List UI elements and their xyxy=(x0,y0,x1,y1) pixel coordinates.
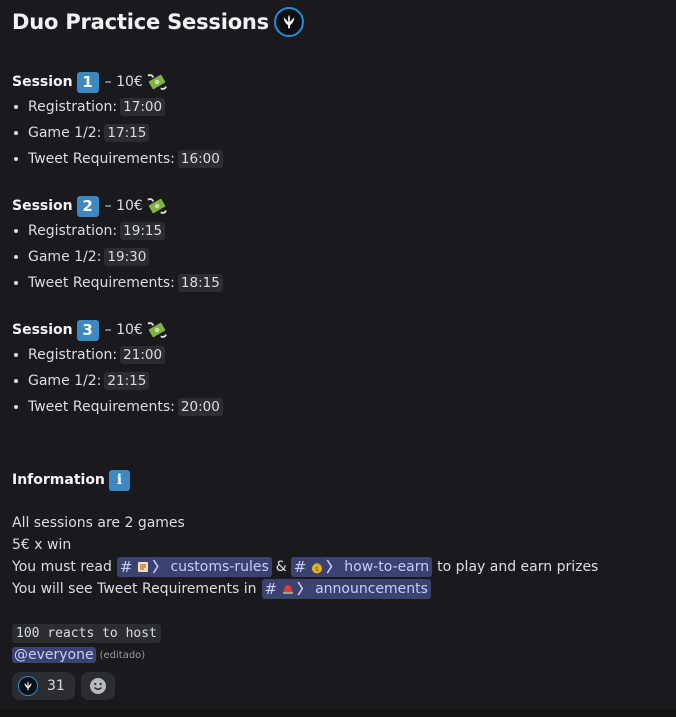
smiley-add-icon xyxy=(89,678,106,694)
number-keycap: 2 xyxy=(76,195,99,217)
message-title-row: Duo Practice Sessions xyxy=(12,6,662,38)
info-line-4: You will see Tweet Requirements in # 〉 a… xyxy=(12,578,662,600)
time-value: 20:00 xyxy=(177,398,223,416)
list-item: Game 1/2: 17:15 xyxy=(12,120,662,146)
session-details-list: Registration: 21:00 Game 1/2: 21:15 Tweet … xyxy=(12,342,662,420)
session-price: – 10€ xyxy=(104,322,143,338)
time-value: 21:00 xyxy=(120,346,166,364)
hash-icon: # xyxy=(119,558,133,576)
scroll-icon xyxy=(138,562,149,572)
ampersand: & xyxy=(275,559,287,575)
time-value: 19:15 xyxy=(120,222,166,240)
list-item: Game 1/2: 19:30 xyxy=(12,244,662,270)
detail-label: Registration: xyxy=(28,99,118,115)
list-item: Registration: 17:00 xyxy=(12,94,662,120)
session-block-1: Session 1 – 10€ Registration: 17:00 Game … xyxy=(12,70,662,172)
list-item: Tweet Requirements: 18:15 xyxy=(12,270,662,296)
session-details-list: Registration: 17:00 Game 1/2: 17:15 Tweet … xyxy=(12,94,662,172)
list-item: Tweet Requirements: 20:00 xyxy=(12,394,662,420)
session-label: Session xyxy=(12,74,73,90)
session-heading: Session 3 – 10€ xyxy=(12,318,662,342)
session-price: – 10€ xyxy=(104,198,143,214)
info-text: to play and earn prizes xyxy=(437,559,599,575)
session-price: – 10€ xyxy=(104,74,143,90)
hash-icon: # xyxy=(293,558,307,576)
server-logo-icon[interactable] xyxy=(273,7,304,37)
angle-bracket-icon: 〉 xyxy=(297,582,312,598)
money-with-wings-icon xyxy=(147,74,167,90)
session-block-2: Session 2 – 10€ Registration: 19:15 Game … xyxy=(12,194,662,296)
session-heading: Session 2 – 10€ xyxy=(12,194,662,218)
information-heading: Information i xyxy=(12,468,662,492)
list-item: Game 1/2: 21:15 xyxy=(12,368,662,394)
time-value: 17:00 xyxy=(120,98,166,116)
money-with-wings-icon xyxy=(147,198,167,214)
money-bag-icon: $ xyxy=(312,563,323,574)
detail-label: Registration: xyxy=(28,347,118,363)
detail-label: Game 1/2: xyxy=(28,373,102,389)
information-icon: i xyxy=(108,469,130,491)
money-with-wings-icon xyxy=(147,322,167,338)
page-title: Duo Practice Sessions xyxy=(12,10,269,34)
information-label: Information xyxy=(12,472,105,488)
add-reaction-button[interactable] xyxy=(80,672,115,700)
number-keycap: 1 xyxy=(76,71,99,93)
time-value: 17:15 xyxy=(104,124,150,142)
angle-bracket-icon: 〉 xyxy=(152,560,167,576)
channel-name: how-to-earn xyxy=(344,559,430,575)
detail-label: Game 1/2: xyxy=(28,125,102,141)
detail-label: Tweet Requirements: xyxy=(28,399,175,415)
list-item: Tweet Requirements: 16:00 xyxy=(12,146,662,172)
session-label: Session xyxy=(12,198,73,214)
session-heading: Session 1 – 10€ xyxy=(12,70,662,94)
time-value: 21:15 xyxy=(104,372,150,390)
channel-link-how-to-earn[interactable]: # $ 〉 how-to-earn xyxy=(290,557,433,577)
channel-link-announcements[interactable]: # 〉 announcements xyxy=(261,579,431,599)
info-line-1: All sessions are 2 games xyxy=(12,515,185,531)
reactions-bar: 31 xyxy=(12,672,662,700)
list-item: Registration: 21:00 xyxy=(12,342,662,368)
info-line-3: You must read # 〉 customs-rules & # $ 〉 … xyxy=(12,556,662,578)
server-logo-icon xyxy=(18,676,38,696)
channel-name: announcements xyxy=(315,581,428,597)
time-value: 18:15 xyxy=(177,274,223,292)
channel-name: customs-rules xyxy=(170,559,269,575)
list-item: Registration: 19:15 xyxy=(12,218,662,244)
time-value: 19:30 xyxy=(104,248,150,266)
info-text: You will see Tweet Requirements in xyxy=(12,581,257,597)
detail-label: Game 1/2: xyxy=(28,249,102,265)
session-label: Session xyxy=(12,322,73,338)
everyone-mention[interactable]: @everyone xyxy=(12,647,96,663)
detail-label: Registration: xyxy=(28,223,118,239)
reaction-count: 31 xyxy=(47,678,65,694)
number-keycap: 3 xyxy=(76,319,99,341)
info-text: You must read xyxy=(12,559,112,575)
edited-label: (editado) xyxy=(99,649,146,661)
detail-label: Tweet Requirements: xyxy=(28,151,175,167)
reaction-server-logo[interactable]: 31 xyxy=(12,672,75,700)
channel-link-customs-rules[interactable]: # 〉 customs-rules xyxy=(116,557,272,577)
footer-code-line: 100 reacts to host xyxy=(12,622,662,644)
hash-icon: # xyxy=(264,580,278,598)
angle-bracket-icon: 〉 xyxy=(326,560,341,576)
message-content: Duo Practice Sessions Session 1 – 10€ Re… xyxy=(12,6,662,700)
session-block-3: Session 3 – 10€ Registration: 21:00 Game … xyxy=(12,318,662,420)
info-line-2: 5€ x win xyxy=(12,537,72,553)
time-value: 16:00 xyxy=(177,150,223,168)
detail-label: Tweet Requirements: xyxy=(28,275,175,291)
bottom-divider xyxy=(0,709,676,717)
svg-text:$: $ xyxy=(315,566,319,573)
session-details-list: Registration: 19:15 Game 1/2: 19:30 Tweet … xyxy=(12,218,662,296)
footer-mention-line: @everyone (editado) xyxy=(12,644,662,666)
siren-icon xyxy=(283,585,294,594)
inline-code: 100 reacts to host xyxy=(12,623,161,643)
